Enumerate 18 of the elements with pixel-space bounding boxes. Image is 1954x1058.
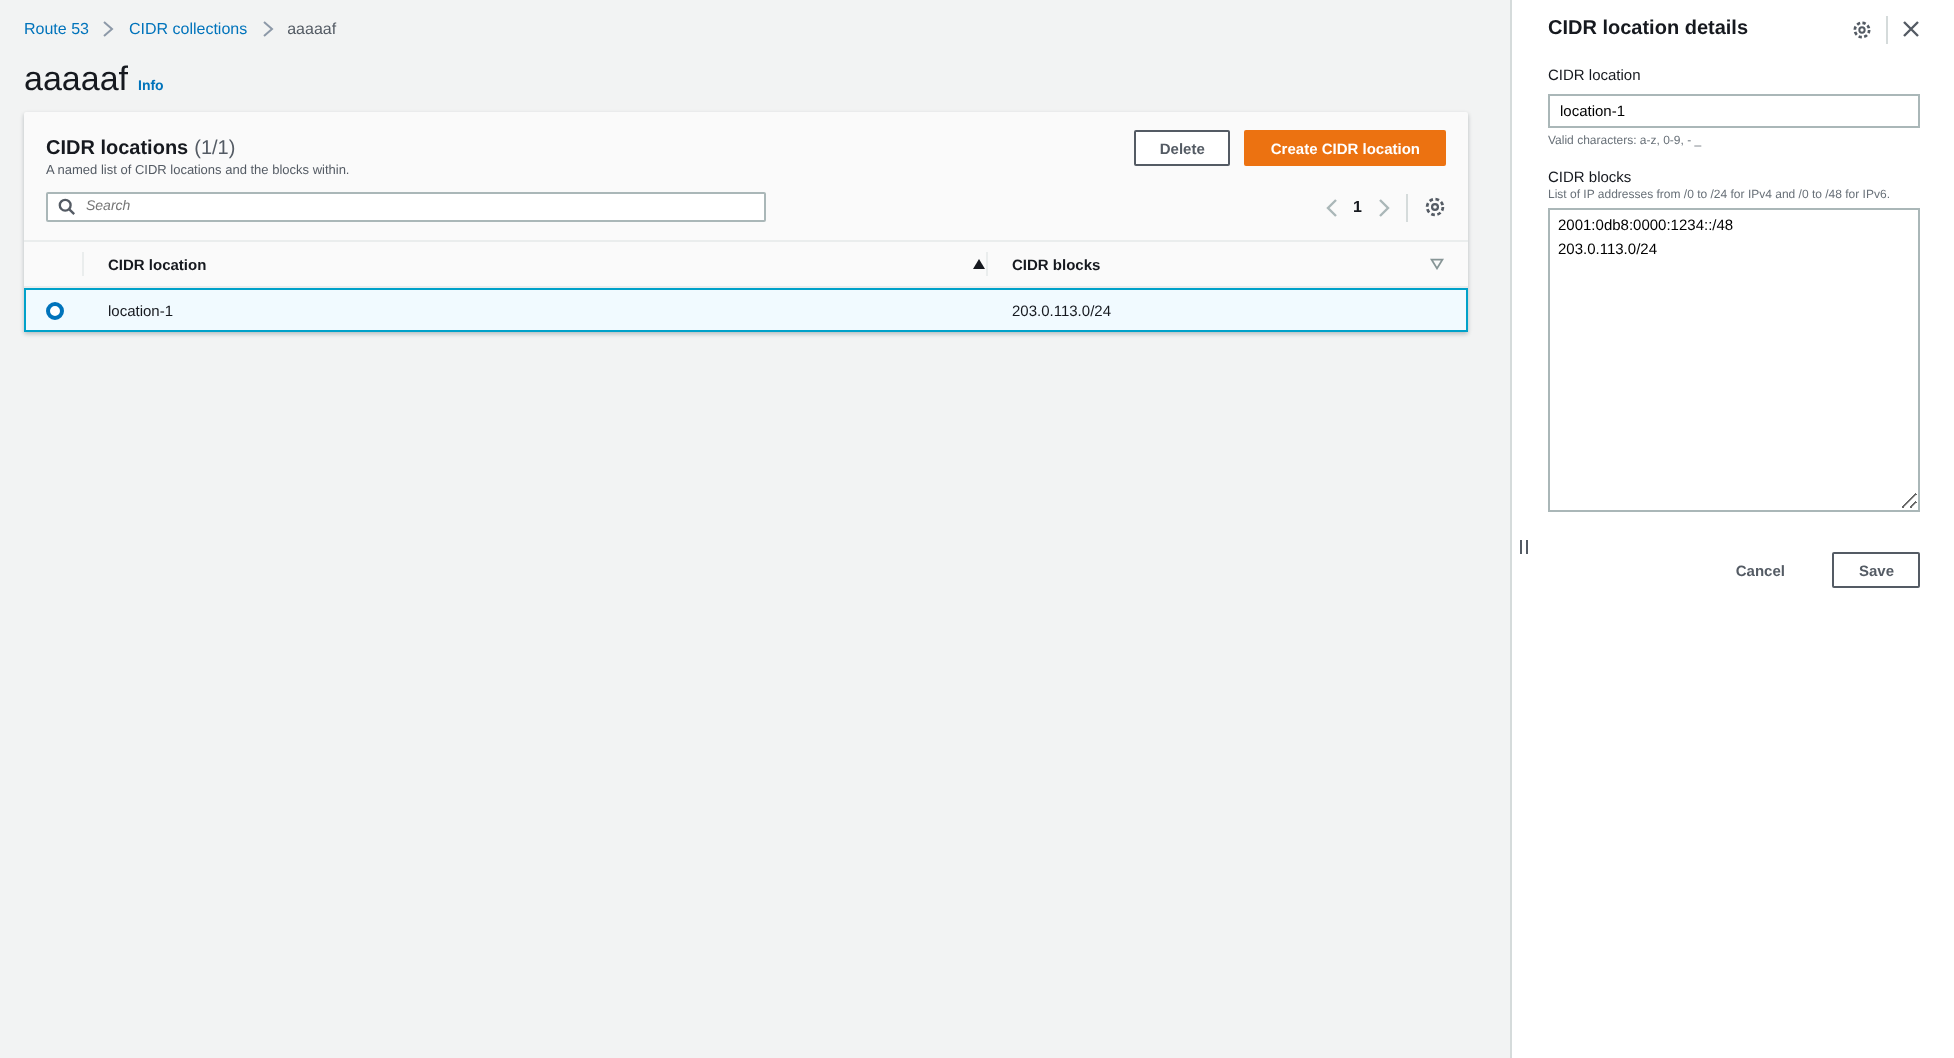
settings-icon[interactable]: [1424, 196, 1446, 218]
page-title: aaaaaf: [24, 60, 128, 100]
breadcrumb-link[interactable]: Route 53: [24, 19, 89, 37]
page-number[interactable]: 1: [1353, 198, 1362, 216]
chevron-right-icon: [102, 19, 115, 37]
radio-button[interactable]: [46, 301, 64, 319]
table-title: CIDR locations: [46, 138, 189, 160]
sort-icon[interactable]: [1430, 258, 1444, 270]
settings-icon[interactable]: [1852, 19, 1872, 39]
chevron-right-icon: [261, 19, 274, 37]
resize-handle-icon[interactable]: [1520, 540, 1528, 554]
close-icon[interactable]: [1902, 20, 1920, 38]
breadcrumb-current: aaaaaf: [287, 19, 337, 37]
sort-ascending-icon[interactable]: [972, 258, 986, 270]
breadcrumb-link[interactable]: CIDR collections: [128, 19, 248, 37]
panel-title: CIDR location details: [1548, 18, 1751, 40]
search-icon: [58, 198, 76, 216]
table-count: (1/1): [194, 138, 236, 160]
